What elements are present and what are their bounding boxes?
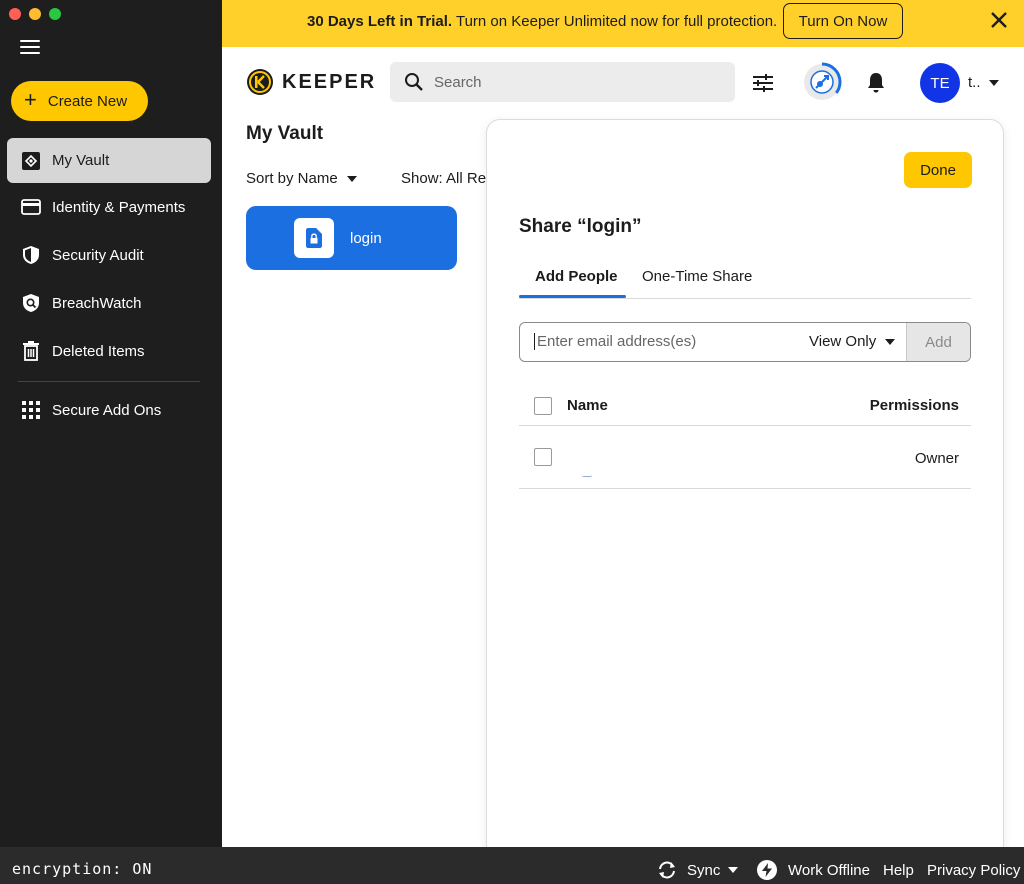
sort-label: Sort by Name <box>246 170 338 187</box>
status-footer: encryption: ON Sync Work Offline Help Pr… <box>0 847 1024 884</box>
work-offline-label: Work Offline <box>788 861 870 879</box>
sidebar-item-label: Secure Add Ons <box>52 401 162 419</box>
sidebar-item-breachwatch[interactable]: BreachWatch <box>7 279 211 327</box>
sidebar-nav: My Vault Identity & Payments Security Au… <box>0 138 222 434</box>
create-new-button[interactable]: + Create New <box>11 81 148 121</box>
sidebar-item-security-audit[interactable]: Security Audit <box>7 231 211 279</box>
breachwatch-icon <box>21 293 41 313</box>
sync-icon <box>659 861 675 879</box>
sync-label: Sync <box>687 861 721 879</box>
sidebar-item-label: Deleted Items <box>52 342 145 360</box>
chevron-down-icon <box>346 175 357 182</box>
row-name <box>582 475 592 477</box>
chevron-down-icon <box>988 79 999 86</box>
email-entry-row: View Only Add <box>519 322 971 362</box>
page-title: My Vault <box>246 123 324 144</box>
active-tab-indicator <box>519 295 626 298</box>
sync-button[interactable]: Sync <box>657 860 739 880</box>
login-record-icon <box>294 218 334 258</box>
breachwatch-status-icon[interactable] <box>802 62 842 102</box>
permission-select[interactable]: View Only <box>809 333 896 350</box>
minimize-window-button[interactable] <box>29 8 41 20</box>
done-button[interactable]: Done <box>904 152 972 188</box>
show-filter-dropdown[interactable]: Show: All Rec <box>401 170 494 187</box>
user-menu[interactable]: t.. <box>968 74 999 91</box>
email-input[interactable] <box>534 333 784 350</box>
trial-banner-bold: 30 Days Left in Trial. <box>307 13 453 30</box>
close-icon[interactable] <box>990 11 1008 29</box>
sidebar-item-label: Identity & Payments <box>52 198 186 216</box>
privacy-policy-link[interactable]: Privacy Policy <box>927 862 1020 879</box>
plus-icon: + <box>24 87 37 112</box>
encryption-status: encryption: ON <box>12 860 153 878</box>
column-permissions: Permissions <box>869 397 959 414</box>
share-tabs: Add People One-Time Share <box>519 266 971 299</box>
select-all-checkbox[interactable] <box>534 397 552 415</box>
column-name: Name <box>567 397 608 414</box>
zoom-window-button[interactable] <box>49 8 61 20</box>
sidebar: + Create New My Vault Identity & Payment… <box>0 0 222 847</box>
row-permission: Owner <box>914 450 959 467</box>
record-card[interactable]: login <box>246 206 457 270</box>
search-bar[interactable] <box>390 62 735 102</box>
share-list-header: Name Permissions <box>519 386 971 426</box>
sidebar-item-deleted-items[interactable]: Deleted Items <box>7 327 211 375</box>
window-controls <box>9 8 61 20</box>
add-button[interactable]: Add <box>906 323 970 361</box>
menu-icon[interactable] <box>20 40 40 54</box>
card-icon <box>21 197 41 217</box>
trash-icon <box>21 341 41 361</box>
sidebar-item-my-vault[interactable]: My Vault <box>7 138 211 183</box>
sidebar-item-label: BreachWatch <box>52 294 142 312</box>
logo-text: KEEPER <box>282 70 377 93</box>
permission-value: View Only <box>809 333 877 350</box>
search-input[interactable] <box>434 73 714 91</box>
record-label: login <box>350 229 382 247</box>
trial-banner-text: 30 Days Left in Trial. Turn on Keeper Un… <box>307 13 777 30</box>
tab-add-people[interactable]: Add People <box>535 268 618 285</box>
row-checkbox[interactable] <box>534 448 552 466</box>
trial-banner: 30 Days Left in Trial. Turn on Keeper Un… <box>222 0 1024 47</box>
keeper-logo[interactable]: KEEPER <box>246 68 376 96</box>
share-title: Share “login” <box>519 216 642 237</box>
table-row[interactable]: Owner <box>519 426 971 489</box>
sidebar-item-secure-add-ons[interactable]: Secure Add Ons <box>7 386 211 434</box>
work-offline-button[interactable]: Work Offline <box>757 860 870 880</box>
sidebar-item-label: Security Audit <box>52 246 144 264</box>
turn-on-now-button[interactable]: Turn On Now <box>783 3 903 39</box>
create-new-label: Create New <box>47 92 128 110</box>
close-window-button[interactable] <box>9 8 21 20</box>
keeper-logo-icon <box>247 69 273 95</box>
search-icon <box>405 73 423 91</box>
share-panel: Done Share “login” Add People One-Time S… <box>486 119 1004 859</box>
filter-sliders-icon[interactable] <box>752 73 774 98</box>
lightning-icon <box>757 860 777 880</box>
help-link[interactable]: Help <box>883 862 914 879</box>
sort-dropdown[interactable]: Sort by Name <box>246 170 357 187</box>
chevron-down-icon <box>885 338 896 345</box>
trial-banner-message: Turn on Keeper Unlimited now for full pr… <box>452 13 778 30</box>
avatar[interactable]: TE <box>920 63 960 103</box>
chevron-down-icon <box>728 867 739 873</box>
shield-icon <box>21 245 41 265</box>
notifications-bell-icon[interactable] <box>866 72 886 99</box>
vault-icon <box>21 151 41 171</box>
sidebar-divider <box>18 381 200 382</box>
sidebar-item-identity-payments[interactable]: Identity & Payments <box>7 183 211 231</box>
sidebar-item-label: My Vault <box>52 152 110 169</box>
grid-icon <box>21 400 41 420</box>
tab-one-time-share[interactable]: One-Time Share <box>642 268 752 285</box>
user-name: t.. <box>968 74 981 91</box>
